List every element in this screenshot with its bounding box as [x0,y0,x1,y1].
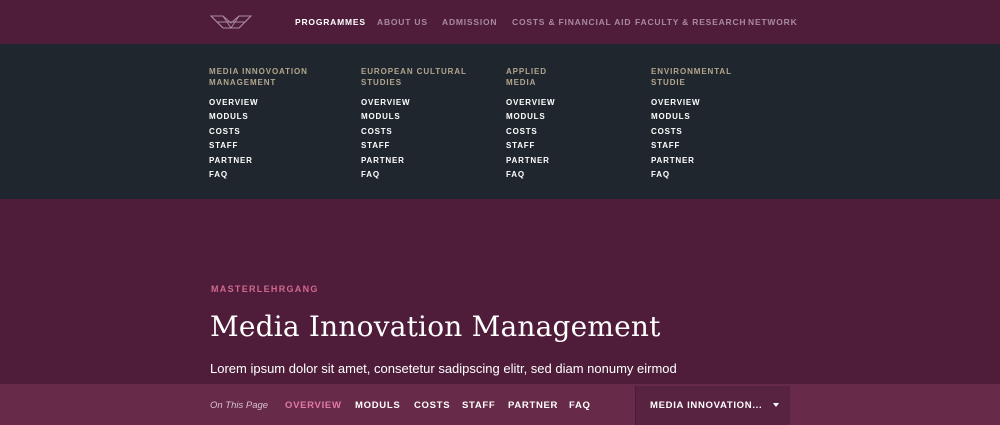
column-link-faq[interactable]: FAQ [361,168,467,182]
nav-network[interactable]: NETWORK [748,17,798,27]
programme-select[interactable]: MEDIA INNOVATION... [635,386,790,425]
page-title: Media Innovation Management [210,310,661,343]
column-title[interactable]: APPLIED MEDIA [506,66,555,88]
column-link-moduls[interactable]: MODULS [209,110,308,124]
top-navigation: PROGRAMMES ABOUT US ADMISSION COSTS & FI… [0,0,1000,44]
subnav-staff[interactable]: STAFF [462,400,495,411]
subnav-overview[interactable]: OVERVIEW [285,400,342,411]
column-link-faq[interactable]: FAQ [209,168,308,182]
column-link-moduls[interactable]: MODULS [506,110,555,124]
column-link-overview[interactable]: OVERVIEW [209,96,308,110]
logo-icon[interactable] [209,12,253,32]
dropdown-column-european-cultural: EUROPEAN CULTURAL STUDIES OVERVIEW MODUL… [361,66,467,182]
column-link-partner[interactable]: PARTNER [209,154,308,168]
column-link-overview[interactable]: OVERVIEW [506,96,555,110]
column-link-partner[interactable]: PARTNER [361,154,467,168]
column-title[interactable]: MEDIA INNOVOATION MANAGEMENT [209,66,308,88]
column-link-costs[interactable]: COSTS [651,125,732,139]
column-link-costs[interactable]: COSTS [506,125,555,139]
on-this-page-label: On This Page [210,400,269,411]
column-link-costs[interactable]: COSTS [361,125,467,139]
column-link-faq[interactable]: FAQ [651,168,732,182]
column-link-overview[interactable]: OVERVIEW [361,96,467,110]
subnav-faq[interactable]: FAQ [569,400,591,411]
column-link-overview[interactable]: OVERVIEW [651,96,732,110]
column-link-partner[interactable]: PARTNER [651,154,732,168]
column-link-costs[interactable]: COSTS [209,125,308,139]
subnav-partner[interactable]: PARTNER [508,400,558,411]
caret-down-icon [773,403,779,407]
column-title[interactable]: ENVIRONMENTAL STUDIE [651,66,732,88]
column-link-partner[interactable]: PARTNER [506,154,555,168]
on-this-page-bar [0,384,1000,425]
programme-select-value: MEDIA INNOVATION... [650,400,763,411]
dropdown-column-environmental: ENVIRONMENTAL STUDIE OVERVIEW MODULS COS… [651,66,732,182]
subnav-moduls[interactable]: MODULS [355,400,400,411]
nav-admission[interactable]: ADMISSION [442,17,497,27]
column-link-staff[interactable]: STAFF [361,139,467,153]
column-title[interactable]: EUROPEAN CULTURAL STUDIES [361,66,467,88]
dropdown-column-media-innovation: MEDIA INNOVOATION MANAGEMENT OVERVIEW MO… [209,66,308,182]
subnav-costs[interactable]: COSTS [414,400,450,411]
column-link-moduls[interactable]: MODULS [651,110,732,124]
hero-subtitle: Lorem ipsum dolor sit amet, consetetur s… [210,361,677,376]
nav-about-us[interactable]: ABOUT US [377,17,428,27]
dropdown-column-applied-media: APPLIED MEDIA OVERVIEW MODULS COSTS STAF… [506,66,555,182]
nav-programmes[interactable]: PROGRAMMES [295,17,366,27]
column-link-faq[interactable]: FAQ [506,168,555,182]
column-link-staff[interactable]: STAFF [651,139,732,153]
column-link-staff[interactable]: STAFF [506,139,555,153]
column-link-staff[interactable]: STAFF [209,139,308,153]
programmes-dropdown: MEDIA INNOVOATION MANAGEMENT OVERVIEW MO… [0,44,1000,199]
hero-kicker: MASTERLEHRGANG [211,284,319,294]
nav-faculty-research[interactable]: FACULTY & RESEARCH [635,17,746,27]
column-link-moduls[interactable]: MODULS [361,110,467,124]
nav-costs-financial-aid[interactable]: COSTS & FINANCIAL AID [512,17,631,27]
